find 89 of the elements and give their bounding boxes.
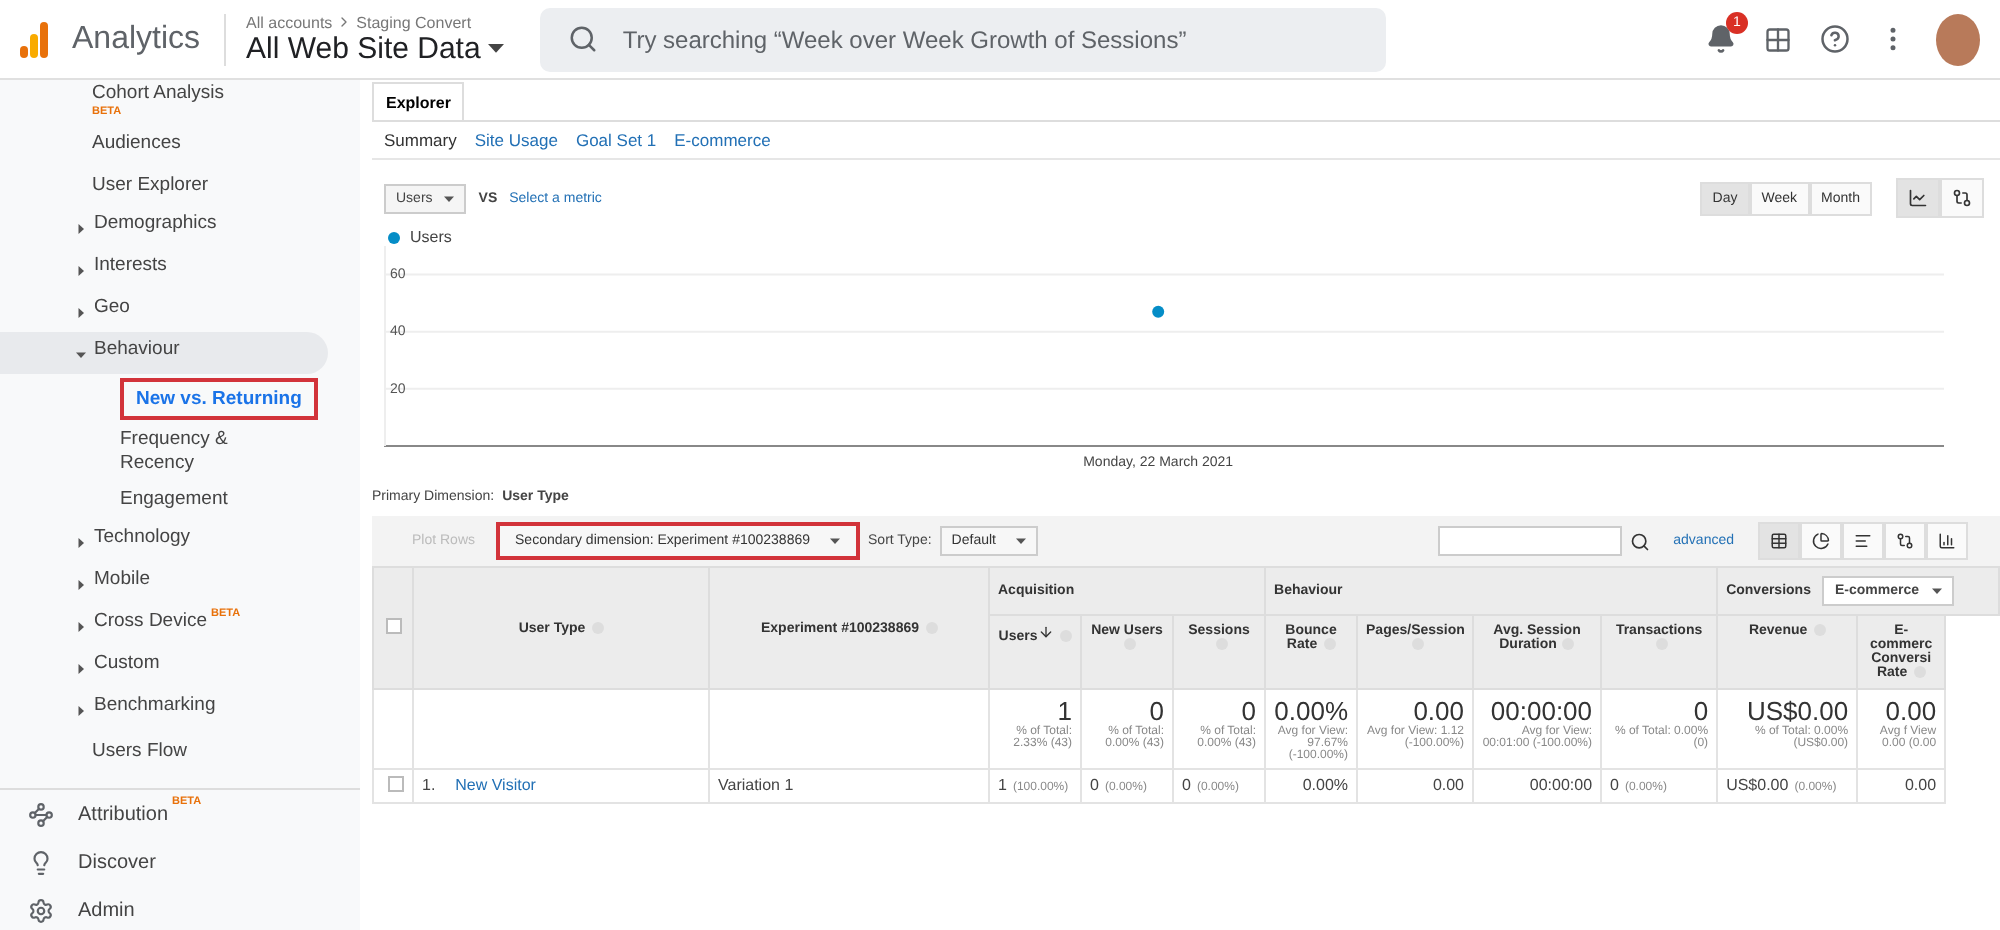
nav-item[interactable]: Interests xyxy=(76,254,167,284)
view-button[interactable] xyxy=(1800,522,1842,560)
table-cell: US$0.00 xyxy=(1726,776,1789,794)
search-icon xyxy=(568,24,599,54)
total-value: 0.00 xyxy=(1413,696,1465,726)
search-field[interactable]: Try searching “Week over Week Growth of Sessions” xyxy=(618,23,1359,55)
total-value: US$0.00 xyxy=(1744,696,1849,726)
settings-icon xyxy=(28,897,54,924)
caret-right-icon xyxy=(76,664,86,675)
table-cell: 0.00 xyxy=(1904,776,1937,794)
caret-right-icon xyxy=(76,308,86,319)
table-search-field[interactable] xyxy=(1437,526,1622,556)
caret-icon xyxy=(1015,536,1026,546)
caret-icon xyxy=(830,536,841,546)
row-index: 1. xyxy=(422,776,436,794)
nav-item[interactable]: Frequency & Recency xyxy=(120,428,300,475)
caret-down-icon xyxy=(76,350,86,361)
table-cell: 0 xyxy=(1610,776,1619,794)
nav-item[interactable]: Geo xyxy=(76,296,130,326)
checkbox[interactable] xyxy=(385,618,401,634)
table-cell: 0 xyxy=(1182,776,1191,794)
table-icon xyxy=(1770,532,1788,550)
checkbox[interactable] xyxy=(388,776,404,792)
tab[interactable]: Explorer xyxy=(372,82,465,120)
bars-icon xyxy=(1854,532,1872,550)
nav-item[interactable]: Engagement xyxy=(120,487,228,511)
user-type-link[interactable]: New Visitor xyxy=(455,776,536,794)
chart-view-button[interactable] xyxy=(1940,178,1984,218)
caret-icon xyxy=(444,193,455,203)
total-value: 0.00 xyxy=(1885,696,1937,726)
search-box[interactable]: Try searching “Week over Week Growth of Sessions” xyxy=(540,7,1387,71)
caret-right-icon xyxy=(76,266,86,277)
pie-icon xyxy=(1812,532,1830,550)
view-button[interactable] xyxy=(1926,522,1968,560)
bar-chart-logo-icon xyxy=(20,21,48,57)
nav-item[interactable]: Demographics xyxy=(76,212,217,242)
compare-icon xyxy=(1896,532,1914,550)
caret-icon xyxy=(488,40,505,56)
total-value: 1 xyxy=(1057,696,1072,726)
table-cell: 1 xyxy=(998,776,1007,794)
nav-item[interactable]: Discover xyxy=(0,838,360,887)
avatar[interactable] xyxy=(1936,13,1980,65)
notification-icon[interactable] xyxy=(1706,24,1736,54)
view-button[interactable] xyxy=(1842,522,1884,560)
subtab[interactable]: Summary xyxy=(384,130,457,150)
subtab[interactable]: Site Usage xyxy=(474,130,558,150)
nav-item[interactable]: Admin xyxy=(0,886,360,930)
search-icon[interactable] xyxy=(1629,531,1650,551)
caret-right-icon xyxy=(76,224,86,235)
caret-right-icon xyxy=(76,706,86,717)
caret-right-icon xyxy=(76,538,86,549)
table-cell: Variation 1 xyxy=(718,776,794,794)
nav-item[interactable]: Mobile xyxy=(76,568,150,598)
subtab[interactable]: E-commerce xyxy=(674,130,771,150)
nav-item[interactable]: User Explorer xyxy=(92,173,209,197)
apps-icon[interactable] xyxy=(1764,25,1792,53)
line-chart-icon xyxy=(1908,188,1928,208)
caret-icon xyxy=(1931,586,1941,596)
total-value: 00:00:00 xyxy=(1488,696,1593,726)
total-value: 0.00% xyxy=(1274,696,1349,726)
nav-item[interactable]: Technology xyxy=(76,526,191,556)
product-name: Analytics xyxy=(72,21,201,57)
caret-right-icon xyxy=(76,580,86,591)
table-cell: 0.00% xyxy=(1302,776,1349,794)
breadcrumb-link[interactable]: Staging Convert xyxy=(356,13,472,31)
nav-item[interactable]: Users Flow xyxy=(92,739,188,763)
subtab[interactable]: Goal Set 1 xyxy=(575,130,657,150)
total-value: 0 xyxy=(1149,696,1164,726)
sort-arrow-icon xyxy=(1037,624,1054,640)
nav-item[interactable]: Benchmarking xyxy=(76,694,216,724)
total-value: 0 xyxy=(1693,696,1709,726)
table-cell: 0 xyxy=(1090,776,1099,794)
legend-label: Users xyxy=(410,228,452,246)
view-button[interactable] xyxy=(1884,522,1926,560)
chart-view-button[interactable] xyxy=(1896,178,1940,218)
lightbulb-icon xyxy=(28,849,54,876)
caret-right-icon xyxy=(76,622,86,633)
table-cell: 0.00 xyxy=(1432,776,1465,794)
help-icon[interactable] xyxy=(1820,24,1850,54)
route-icon xyxy=(28,801,54,828)
breadcrumb-link[interactable]: All accounts xyxy=(246,13,333,31)
view-button[interactable] xyxy=(1758,522,1800,560)
columns-icon xyxy=(1938,532,1956,550)
total-value: 0 xyxy=(1241,696,1257,726)
property-selector[interactable]: All Web Site Data xyxy=(246,31,505,65)
nav-item[interactable]: Audiences xyxy=(92,131,181,155)
nav-item[interactable]: Custom xyxy=(76,652,160,682)
table-cell: 00:00:00 xyxy=(1529,776,1593,794)
nav-item[interactable]: New vs. Returning xyxy=(120,378,318,421)
